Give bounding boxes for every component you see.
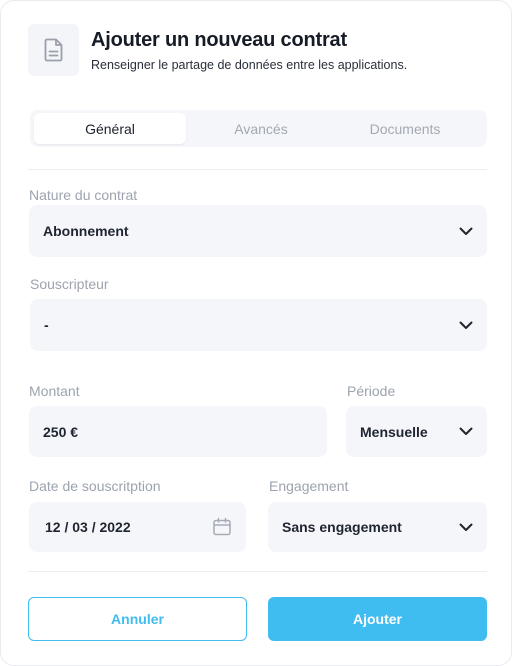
modal-title: Ajouter un nouveau contrat bbox=[91, 29, 347, 51]
divider-bottom bbox=[28, 571, 487, 572]
periode-select[interactable]: Mensuelle bbox=[346, 406, 487, 457]
souscripteur-value: - bbox=[44, 317, 49, 333]
tab-documents[interactable]: Documents bbox=[329, 113, 481, 144]
chevron-down-icon bbox=[459, 520, 473, 534]
date-label: Date de souscritption bbox=[29, 478, 161, 494]
engagement-value: Sans engagement bbox=[282, 519, 402, 535]
tab-avances[interactable]: Avancés bbox=[185, 113, 337, 144]
cancel-button[interactable]: Annuler bbox=[28, 597, 247, 641]
montant-label: Montant bbox=[29, 383, 80, 399]
tab-general[interactable]: Général bbox=[34, 113, 186, 144]
chevron-down-icon bbox=[459, 224, 473, 238]
souscripteur-label: Souscripteur bbox=[30, 276, 109, 292]
engagement-label: Engagement bbox=[269, 478, 349, 494]
document-icon bbox=[28, 24, 79, 76]
montant-value: 250 € bbox=[43, 423, 79, 440]
souscripteur-select[interactable]: - bbox=[30, 299, 487, 351]
nature-select[interactable]: Abonnement bbox=[29, 205, 487, 257]
tab-bar: Général Avancés Documents bbox=[30, 110, 487, 147]
divider-top bbox=[28, 169, 487, 170]
chevron-down-icon bbox=[459, 318, 473, 332]
calendar-icon[interactable] bbox=[212, 517, 232, 537]
date-input[interactable]: 12 / 03 / 2022 bbox=[29, 502, 246, 552]
nature-value: Abonnement bbox=[43, 223, 129, 239]
periode-label: Période bbox=[347, 383, 396, 399]
modal-subtitle: Renseigner le partage de données entre l… bbox=[91, 58, 408, 72]
periode-value: Mensuelle bbox=[360, 423, 428, 440]
nature-label: Nature du contrat bbox=[29, 187, 138, 203]
date-value: 12 / 03 / 2022 bbox=[45, 519, 131, 535]
engagement-select[interactable]: Sans engagement bbox=[268, 502, 487, 552]
add-button[interactable]: Ajouter bbox=[268, 597, 487, 641]
montant-input[interactable]: 250 € bbox=[29, 406, 327, 457]
add-contract-modal: Ajouter un nouveau contrat Renseigner le… bbox=[0, 0, 512, 666]
chevron-down-icon bbox=[459, 425, 473, 439]
